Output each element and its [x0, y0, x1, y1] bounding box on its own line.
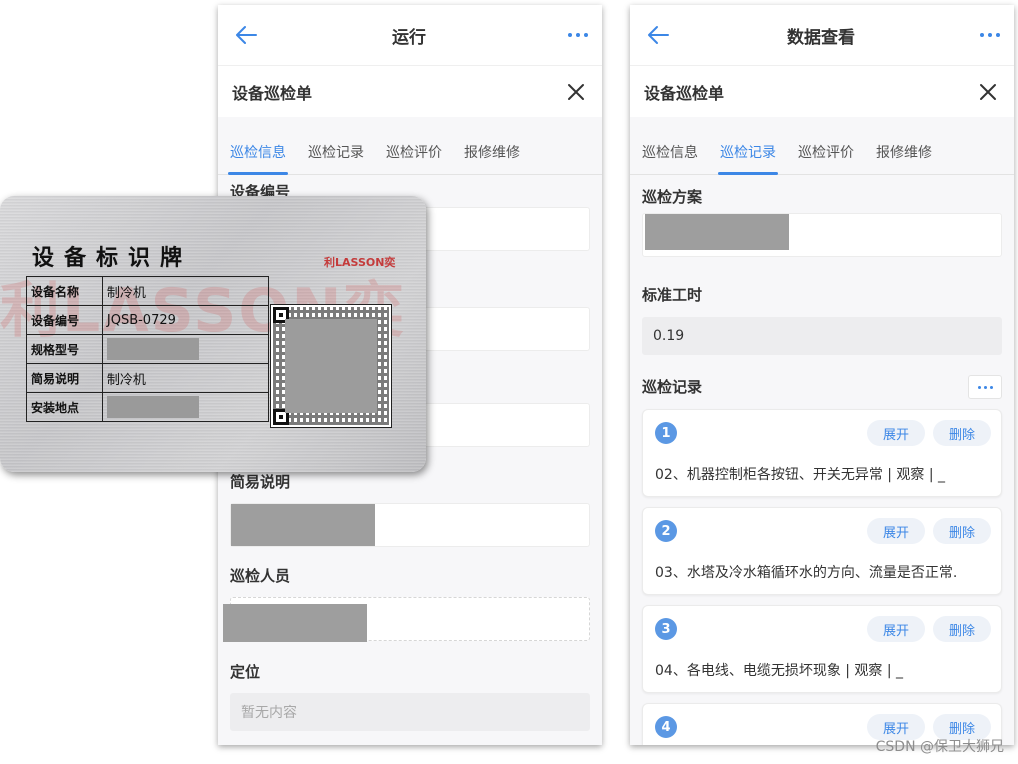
record-text: 04、各电线、电缆无损坏现象 | 观察 | _: [655, 663, 904, 679]
card-row-key: 设备编号: [26, 305, 103, 335]
record-actions: 展开 删除: [867, 420, 991, 446]
location-label: 定位: [230, 663, 261, 681]
card-row-value-cell: [101, 392, 269, 422]
card-row-key: 安装地点: [26, 392, 103, 422]
equipment-id-card: 利LASSON奕 设备标识牌 利LASSON奕 设备名称 制冷机 设备编号 JQSB-…: [0, 196, 426, 472]
redacted-block: [106, 396, 199, 418]
standard-hours-field: 标准工时 0.19: [630, 273, 1014, 355]
records-more-button[interactable]: [968, 375, 1002, 399]
standard-hours-value: 0.19: [642, 317, 1002, 355]
top-bar: 运行: [218, 5, 602, 65]
tab-inspection-info[interactable]: 巡检信息: [642, 142, 698, 174]
record-card: 3 展开 删除 04、各电线、电缆无损坏现象 | 观察 | _: [642, 605, 1002, 693]
tab-inspection-records[interactable]: 巡检记录: [718, 142, 778, 175]
redacted-block: [285, 319, 377, 413]
close-icon[interactable]: [976, 80, 1000, 104]
card-title: 设备标识牌: [32, 246, 193, 271]
expand-button[interactable]: 展开: [867, 420, 925, 446]
expand-button[interactable]: 展开: [867, 518, 925, 544]
card-row: 设备名称 制冷机: [26, 276, 393, 306]
csdn-watermark: CSDN @保卫大狮兄: [875, 739, 1004, 755]
redacted-block: [231, 504, 375, 546]
form-title: 设备巡检单: [232, 83, 313, 103]
card-row-value: 制冷机: [106, 372, 146, 388]
top-bar: 数据查看: [630, 5, 1014, 65]
standard-hours-label: 标准工时: [642, 286, 703, 304]
qr-code: [270, 304, 392, 428]
card-row-key: 规格型号: [26, 334, 103, 364]
location-value: 暂无内容: [230, 693, 590, 731]
delete-button[interactable]: 删除: [933, 518, 991, 544]
record-number-badge: 4: [655, 716, 677, 738]
record-text: 03、水塔及冷水箱循环水的方向、流量是否正常.: [655, 565, 958, 581]
record-card-top: 2 展开 删除: [655, 518, 991, 544]
record-card: 1 展开 删除 02、机器控制柜各按钮、开关无异常 | 观察 | _: [642, 409, 1002, 497]
record-card-top: 1 展开 删除: [655, 420, 991, 446]
plan-field: 巡检方案: [630, 181, 1014, 257]
inspector-label: 巡检人员: [230, 567, 291, 585]
card-row-value: 制冷机: [106, 285, 146, 301]
expand-button[interactable]: 展开: [867, 616, 925, 642]
location-field: 定位 暂无内容: [230, 657, 590, 731]
record-text: 02、机器控制柜各按钮、开关无异常 | 观察 | _: [655, 467, 946, 483]
delete-button[interactable]: 删除: [933, 420, 991, 446]
card-row-value-cell: [101, 334, 269, 364]
record-actions: 展开 删除: [867, 518, 991, 544]
page-title: 运行: [392, 27, 426, 48]
records-label: 巡检记录: [642, 378, 703, 396]
plan-label: 巡检方案: [642, 188, 703, 206]
tab-bar: 巡检信息 巡检记录 巡检评价 报修维修: [630, 117, 1014, 175]
tab-inspection-records[interactable]: 巡检记录: [308, 142, 364, 174]
tab-bar: 巡检信息 巡检记录 巡检评价 报修维修: [218, 117, 602, 175]
card-row-value-cell: 制冷机: [101, 276, 269, 306]
record-card-top: 3 展开 删除: [655, 616, 991, 642]
card-row-value: JQSB-0729: [106, 312, 176, 328]
page-title: 数据查看: [787, 27, 855, 48]
card-row-key: 设备名称: [26, 276, 103, 306]
back-arrow-icon[interactable]: [644, 21, 672, 49]
right-phone-screen: 数据查看 设备巡检单 巡检信息 巡检记录 巡检评价 报修维修 巡检方案 标准工时…: [630, 5, 1014, 745]
records-list: 1 展开 删除 02、机器控制柜各按钮、开关无异常 | 观察 | _ 2 展开 删除 03、水…: [630, 409, 1014, 745]
tab-inspection-evaluation[interactable]: 巡检评价: [798, 142, 854, 174]
record-number-badge: 2: [655, 520, 677, 542]
more-options-icon[interactable]: [558, 33, 588, 37]
record-card: 2 展开 删除 03、水塔及冷水箱循环水的方向、流量是否正常.: [642, 507, 1002, 595]
form-header: 设备巡检单: [218, 65, 602, 117]
redacted-block: [106, 338, 199, 360]
card-row-key: 简易说明: [26, 363, 103, 393]
tab-inspection-info[interactable]: 巡检信息: [228, 142, 288, 175]
description-field: 简易说明: [230, 467, 590, 547]
back-arrow-icon[interactable]: [232, 21, 260, 49]
redacted-block: [223, 604, 367, 642]
card-brand-logo: 利LASSON奕: [324, 256, 396, 269]
more-options-icon[interactable]: [970, 33, 1000, 37]
tab-inspection-evaluation[interactable]: 巡检评价: [386, 142, 442, 174]
redacted-block: [645, 214, 789, 250]
delete-button[interactable]: 删除: [933, 616, 991, 642]
tab-repair[interactable]: 报修维修: [464, 142, 520, 174]
card-row-value-cell: 制冷机: [101, 363, 269, 393]
card-row-value-cell: JQSB-0729: [101, 305, 269, 335]
plan-input[interactable]: [642, 213, 1002, 257]
description-input[interactable]: [230, 503, 590, 547]
inspector-field: 巡检人员: [223, 561, 590, 642]
record-number-badge: 3: [655, 618, 677, 640]
form-title: 设备巡检单: [644, 83, 725, 103]
record-actions: 展开 删除: [867, 616, 991, 642]
records-header: 巡检记录: [630, 365, 1014, 409]
close-icon[interactable]: [564, 80, 588, 104]
form-header: 设备巡检单: [630, 65, 1014, 117]
tab-repair[interactable]: 报修维修: [876, 142, 932, 174]
inspector-input[interactable]: [223, 597, 590, 642]
record-number-badge: 1: [655, 422, 677, 444]
